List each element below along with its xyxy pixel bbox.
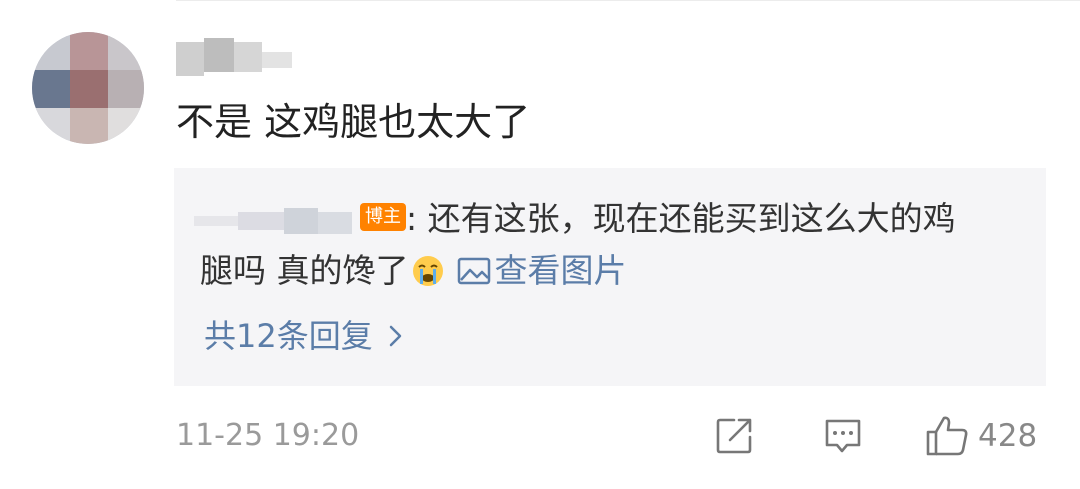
comment-icon [825, 419, 861, 453]
author-badge: 博主 [360, 203, 406, 231]
username-blurred[interactable] [176, 34, 306, 84]
comment-text: 不是 这鸡腿也太大了 [176, 100, 531, 144]
share-button[interactable] [714, 414, 756, 458]
reply-count-link[interactable]: 共12条回复 [204, 314, 403, 358]
reply-preview-box[interactable]: 博主 : 还有这张，现在还能买到这么大的鸡 腿吗 真的馋了 查看图片 共12条回… [174, 168, 1046, 386]
crying-face-icon [412, 256, 443, 286]
thumbs-up-icon [926, 416, 968, 456]
reply-text-line2-text: 腿吗 真的馋了 [200, 251, 409, 290]
comment-timestamp: 11-25 19:20 [176, 418, 360, 453]
view-image-label: 查看图片 [494, 251, 627, 290]
top-divider [176, 0, 1080, 1]
reply-text-line2: 腿吗 真的馋了 查看图片 [200, 248, 627, 294]
comment-card: 不是 这鸡腿也太大了 博主 : 还有这张，现在还能买到这么大的鸡 腿吗 真的馋了 [0, 0, 1080, 489]
image-icon [457, 257, 490, 285]
share-icon [716, 418, 752, 454]
chevron-right-icon [389, 325, 401, 347]
like-count: 428 [978, 418, 1038, 454]
view-image-link[interactable]: 查看图片 [457, 248, 627, 294]
reply-text-line1: : 还有这张，现在还能买到这么大的鸡 [406, 199, 956, 238]
reply-username-blurred[interactable] [194, 198, 354, 238]
reply-count-label: 共12条回复 [204, 317, 373, 355]
like-button[interactable]: 428 [924, 414, 1037, 458]
avatar[interactable] [32, 32, 144, 144]
comment-button[interactable] [822, 414, 864, 458]
